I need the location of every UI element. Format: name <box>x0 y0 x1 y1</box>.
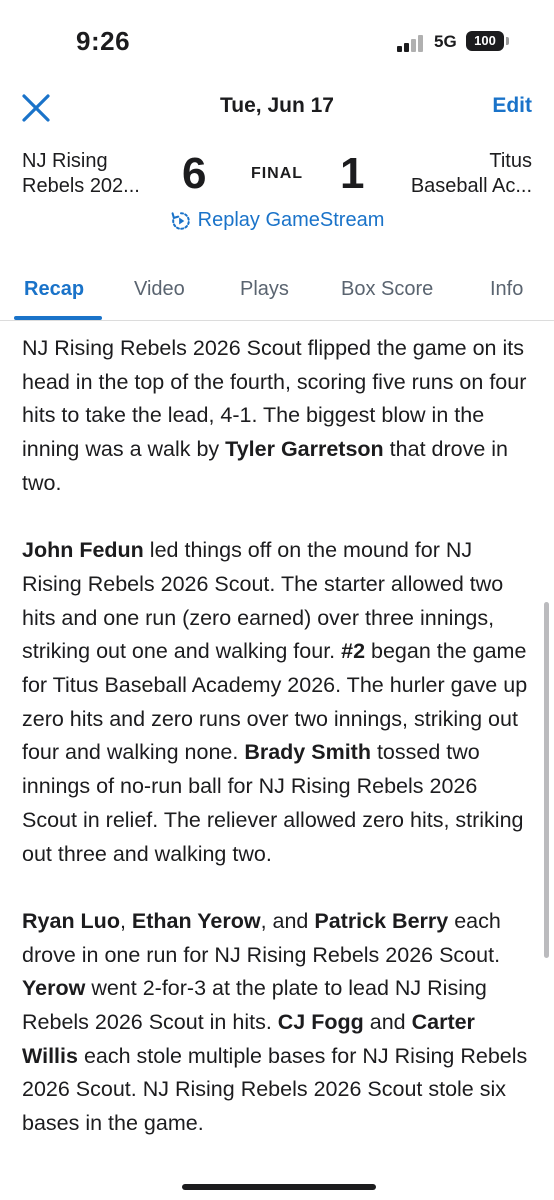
player-name: Ethan Yerow <box>131 908 261 933</box>
recap-paragraph: NJ Rising Rebels 2026 Scout flipped the … <box>22 332 532 501</box>
tab-bar: Recap Video Plays Box Score Info <box>0 272 554 321</box>
battery-tip <box>506 37 509 45</box>
tab-video[interactable]: Video <box>134 278 185 301</box>
player-name: CJ Fogg <box>277 1010 364 1035</box>
recap-text: , <box>119 908 132 933</box>
active-tab-indicator <box>14 316 102 320</box>
away-team-line1: Titus <box>489 150 532 172</box>
status-time: 9:26 <box>76 26 131 56</box>
away-team-name[interactable]: Titus Baseball Ac... <box>411 149 532 199</box>
player-name: Brady Smith <box>244 740 371 765</box>
network-label: 5G <box>434 32 457 51</box>
scrollbar[interactable] <box>544 602 549 958</box>
recap-paragraph: John Fedun led things off on the mound f… <box>22 534 532 871</box>
close-icon <box>22 94 50 122</box>
recap-text: each stole multiple bases for NJ Rising … <box>22 1043 528 1136</box>
player-name: Ryan Luo <box>22 908 120 933</box>
recap-article: NJ Rising Rebels 2026 Scout flipped the … <box>22 332 532 1175</box>
recap-paragraph: Ryan Luo, Ethan Yerow, and Patrick Berry… <box>22 905 532 1141</box>
recap-text: and <box>363 1010 412 1035</box>
away-score: 1 <box>340 149 365 198</box>
home-indicator[interactable] <box>182 1184 376 1190</box>
replay-gamestream-button[interactable]: Replay GameStream <box>0 209 554 232</box>
status-bar: 9:26 5G 100 <box>0 0 554 80</box>
player-name: John Fedun <box>22 538 144 563</box>
player-name: #2 <box>341 639 366 664</box>
tab-recap[interactable]: Recap <box>24 278 84 301</box>
signal-icon <box>397 34 427 52</box>
player-name: Tyler Garretson <box>225 437 384 462</box>
tab-plays[interactable]: Plays <box>240 278 289 301</box>
page-title: Tue, Jun 17 <box>220 94 334 117</box>
recap-text: , and <box>260 908 315 933</box>
player-name: Yerow <box>22 976 86 1001</box>
away-team-line2: Baseball Ac... <box>410 175 532 197</box>
replay-label: Replay GameStream <box>197 209 385 231</box>
replay-icon <box>171 211 190 230</box>
tab-box-score[interactable]: Box Score <box>341 278 433 301</box>
edit-button[interactable]: Edit <box>492 94 532 118</box>
player-name: Patrick Berry <box>314 908 449 933</box>
battery-icon: 100 <box>466 31 504 51</box>
tab-info[interactable]: Info <box>490 278 523 301</box>
close-button[interactable] <box>18 90 54 126</box>
